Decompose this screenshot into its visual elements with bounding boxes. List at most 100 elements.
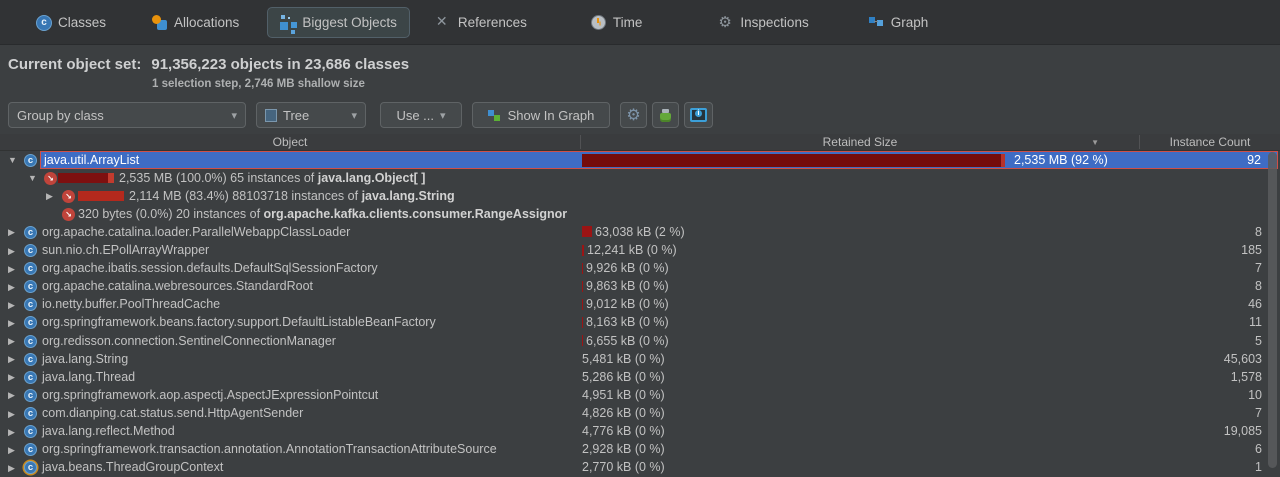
expander-closed-icon[interactable]: ▶ [8, 409, 18, 420]
retained-size-bar [582, 316, 583, 328]
expander-closed-icon[interactable]: ▶ [8, 372, 18, 383]
heap-info-icon [690, 108, 707, 122]
table-row[interactable]: ▶ c org.springframework.transaction.anno… [0, 441, 1280, 459]
expander-closed-icon[interactable]: ▶ [8, 264, 18, 275]
tree-child-row[interactable]: ▶ ↘ 2,114 MB (83.4%) 88103718 instances … [0, 187, 1280, 205]
retained-size-value: 9,012 kB (0 %) [586, 297, 669, 312]
expander-icon[interactable]: ▶ [46, 191, 56, 202]
group-by-dropdown[interactable]: Group by class ▾ [8, 102, 246, 128]
expander-closed-icon[interactable]: ▶ [8, 282, 18, 293]
allocations-icon [152, 14, 168, 30]
retained-size-value: 5,286 kB (0 %) [582, 369, 665, 384]
retained-size-bar [582, 226, 592, 238]
class-icon: c [24, 407, 37, 421]
class-icon: c [24, 298, 37, 312]
graph-icon [868, 15, 884, 30]
retained-size-bar [582, 244, 584, 256]
class-icon: c [24, 443, 37, 457]
class-name: java.lang.String [361, 188, 455, 203]
class-icon: c [24, 352, 37, 366]
class-icon: c [24, 244, 37, 258]
expander-closed-icon[interactable]: ▶ [8, 336, 18, 347]
table-row[interactable]: ▶ c org.apache.catalina.loader.ParallelW… [0, 223, 1280, 241]
tree-child-row[interactable]: ▼ ↘ 2,535 MB (100.0%) 65 instances of ja… [0, 169, 1280, 187]
table-row[interactable]: ▶ c java.beans.ThreadGroupContext 2,770 … [0, 459, 1280, 477]
outgoing-reference-icon: ↘ [62, 207, 75, 221]
instance-count-value: 8 [1255, 279, 1262, 294]
instance-count-value: 10 [1248, 387, 1262, 402]
retained-size-bar [582, 154, 1005, 167]
column-header-retained-size[interactable]: Retained Size ▼ [580, 135, 1140, 149]
table-header: Object Retained Size ▼ Instance Count [0, 134, 1280, 151]
expander-closed-icon[interactable]: ▶ [8, 354, 18, 365]
table-row[interactable]: ▶ c com.dianping.cat.status.send.HttpAge… [0, 405, 1280, 423]
summary-detail: 1 selection step, 2,746 MB shallow size [152, 78, 365, 90]
table-row[interactable]: ▶ c org.springframework.aop.aspectj.Aspe… [0, 386, 1280, 404]
instance-count-value: 5 [1255, 333, 1262, 348]
table-row[interactable]: ▶ c sun.nio.ch.EPollArrayWrapper 12,241 … [0, 242, 1280, 260]
retained-size-value: 8,163 kB (0 %) [586, 315, 669, 330]
instance-count-value: 46 [1248, 297, 1262, 312]
instance-count-value: 92 [1247, 153, 1261, 167]
retained-size-bar [582, 298, 583, 310]
chevron-down-icon: ▾ [440, 109, 446, 122]
retained-size-value: 6,655 kB (0 %) [586, 333, 669, 348]
class-icon: c [24, 370, 37, 384]
tab-allocations[interactable]: Allocations [152, 14, 239, 30]
expander-closed-icon[interactable]: ▶ [8, 227, 18, 238]
table-row[interactable]: ▶ c org.apache.catalina.webresources.Sta… [0, 278, 1280, 296]
expander-closed-icon[interactable]: ▶ [8, 390, 18, 401]
class-name: org.apache.catalina.loader.ParallelWebap… [42, 224, 351, 239]
tab-biggest-objects[interactable]: Biggest Objects [267, 6, 410, 38]
column-header-object[interactable]: Object [0, 135, 580, 149]
inspections-icon [718, 13, 733, 31]
class-icon: c [24, 334, 37, 348]
biggest-objects-table: Object Retained Size ▼ Instance Count ▼ … [0, 134, 1280, 477]
class-name: org.springframework.aop.aspectj.AspectJE… [42, 387, 379, 402]
gear-ring-button[interactable]: ⚙ [620, 102, 647, 128]
table-row[interactable]: ▶ c org.redisson.connection.SentinelConn… [0, 332, 1280, 350]
table-row[interactable]: ▶ c java.lang.reflect.Method 4,776 kB (0… [0, 423, 1280, 441]
retained-size-value: 9,926 kB (0 %) [586, 261, 669, 276]
class-name: java.lang.Thread [42, 369, 136, 384]
table-row[interactable]: ▶ c org.springframework.beans.factory.su… [0, 314, 1280, 332]
instance-count-value: 1 [1255, 460, 1262, 475]
heap-info-button[interactable] [684, 102, 713, 128]
tab-references[interactable]: References [436, 13, 527, 30]
class-name: org.apache.catalina.webresources.Standar… [42, 279, 314, 294]
toolbar: Group by class ▾ Tree ▾ Use ... ▾ Show I… [0, 99, 1280, 134]
class-name: java.beans.ThreadGroupContext [42, 460, 224, 475]
tree-child-row[interactable]: ↘ 320 bytes (0.0%) 20 instances of org.a… [0, 205, 1280, 223]
expander-open-icon[interactable]: ▼ [8, 155, 18, 165]
tab-classes[interactable]: Classes [36, 14, 106, 31]
tab-graph[interactable]: Graph [868, 15, 928, 30]
retained-size-bar [582, 335, 583, 347]
expander-closed-icon[interactable]: ▶ [8, 445, 18, 456]
expander-closed-icon[interactable]: ▶ [8, 246, 18, 257]
classes-icon [36, 14, 52, 31]
instance-count-value: 6 [1255, 442, 1262, 457]
run-gc-button[interactable] [652, 102, 679, 128]
vertical-scrollbar-thumb[interactable] [1268, 152, 1277, 468]
biggest-objects-icon [280, 14, 295, 30]
expander-closed-icon[interactable]: ▶ [8, 427, 18, 438]
use-button[interactable]: Use ... ▾ [380, 102, 462, 128]
table-row[interactable]: ▶ c io.netty.buffer.PoolThreadCache 9,01… [0, 296, 1280, 314]
tab-time[interactable]: Time [590, 14, 642, 30]
show-in-graph-button[interactable]: Show In Graph [472, 102, 610, 128]
expander-icon[interactable]: ▼ [28, 173, 38, 183]
table-row-selected[interactable]: ▼ c java.util.ArrayList 2,535 MB (92 %) … [0, 151, 1280, 169]
table-row[interactable]: ▶ c java.lang.Thread 5,286 kB (0 %) 1,57… [0, 368, 1280, 386]
expander-closed-icon[interactable]: ▶ [8, 300, 18, 311]
retained-size-bar [78, 190, 124, 201]
tab-inspections[interactable]: Inspections [718, 13, 808, 31]
view-mode-dropdown[interactable]: Tree ▾ [256, 102, 366, 128]
expander-closed-icon[interactable]: ▶ [8, 318, 18, 329]
instance-count-value: 11 [1249, 315, 1262, 330]
table-row[interactable]: ▶ c java.lang.String 5,481 kB (0 %) 45,6… [0, 350, 1280, 368]
show-in-graph-label: Show In Graph [507, 107, 595, 123]
table-row[interactable]: ▶ c org.apache.ibatis.session.defaults.D… [0, 260, 1280, 278]
column-header-instance-count[interactable]: Instance Count [1140, 135, 1280, 149]
expander-closed-icon[interactable]: ▶ [8, 463, 18, 474]
chevron-down-icon: ▾ [231, 109, 237, 122]
